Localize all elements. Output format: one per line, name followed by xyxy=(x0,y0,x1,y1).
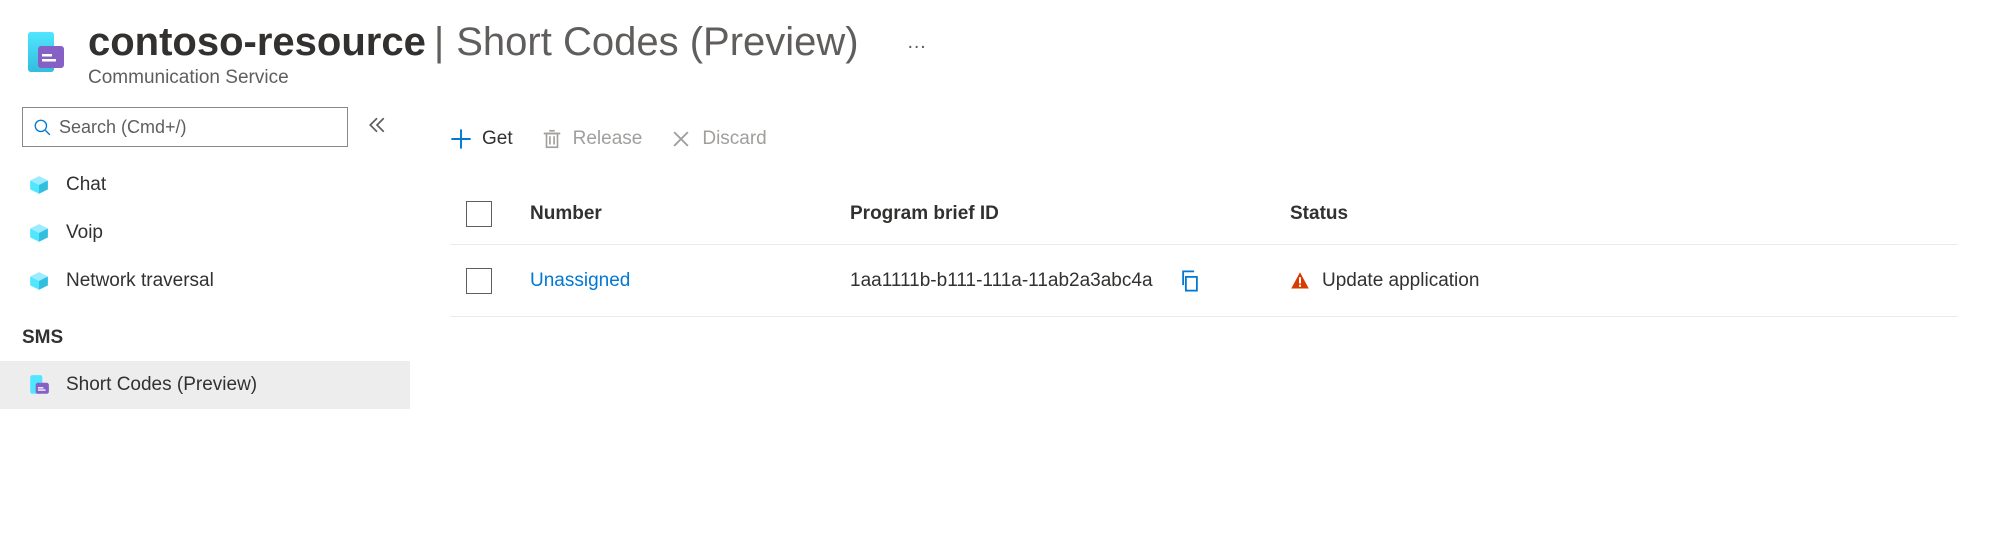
sidebar-item-label: Network traversal xyxy=(66,270,214,292)
search-input[interactable] xyxy=(59,117,337,138)
resource-name: contoso-resource xyxy=(88,20,426,65)
status-text: Update application xyxy=(1322,270,1479,292)
close-icon xyxy=(670,128,692,150)
cube-icon xyxy=(28,222,50,244)
number-cell[interactable]: Unassigned xyxy=(530,270,850,292)
trash-icon xyxy=(541,128,563,150)
communication-service-icon xyxy=(22,28,70,76)
release-button[interactable]: Release xyxy=(541,128,643,150)
sidebar-item-label: Voip xyxy=(66,222,103,244)
program-brief-id: 1aa1111b-b111-111a-11ab2a3abc4a xyxy=(850,270,1153,292)
sidebar-search[interactable] xyxy=(22,107,348,147)
column-header-status[interactable]: Status xyxy=(1290,203,1958,225)
warning-icon xyxy=(1290,271,1310,291)
get-button[interactable]: Get xyxy=(450,128,513,150)
toolbar-label: Release xyxy=(573,128,643,150)
short-codes-table: Number Program brief ID Status Unassigne… xyxy=(450,183,1958,317)
short-codes-icon xyxy=(28,374,50,396)
search-icon xyxy=(33,118,51,136)
toolbar-label: Discard xyxy=(702,128,766,150)
sidebar-item-label: Chat xyxy=(66,174,106,196)
sidebar-item-voip[interactable]: Voip xyxy=(22,209,410,257)
toolbar-label: Get xyxy=(482,128,513,150)
sidebar-item-label: Short Codes (Preview) xyxy=(66,374,257,396)
table-row: Unassigned 1aa1111b-b111-111a-11ab2a3abc… xyxy=(450,245,1958,317)
table-header-row: Number Program brief ID Status xyxy=(450,183,1958,245)
row-checkbox[interactable] xyxy=(466,268,492,294)
sidebar-section-sms: SMS xyxy=(22,327,410,349)
resource-type-subtitle: Communication Service xyxy=(88,67,929,89)
column-header-program-brief[interactable]: Program brief ID xyxy=(850,203,1290,225)
title-separator: | xyxy=(434,20,444,65)
select-all-checkbox[interactable] xyxy=(466,201,492,227)
discard-button[interactable]: Discard xyxy=(670,128,766,150)
sidebar-item-network-traversal[interactable]: Network traversal xyxy=(22,257,410,305)
sidebar-item-chat[interactable]: Chat xyxy=(22,161,410,209)
column-header-number[interactable]: Number xyxy=(530,203,850,225)
page-title: Short Codes (Preview) xyxy=(456,20,858,65)
cube-icon xyxy=(28,270,50,292)
copy-icon[interactable] xyxy=(1179,270,1201,292)
sidebar-item-short-codes[interactable]: Short Codes (Preview) xyxy=(0,361,410,409)
cube-icon xyxy=(28,174,50,196)
more-actions-button[interactable]: … xyxy=(907,31,929,54)
plus-icon xyxy=(450,128,472,150)
collapse-sidebar-button[interactable] xyxy=(368,114,386,140)
